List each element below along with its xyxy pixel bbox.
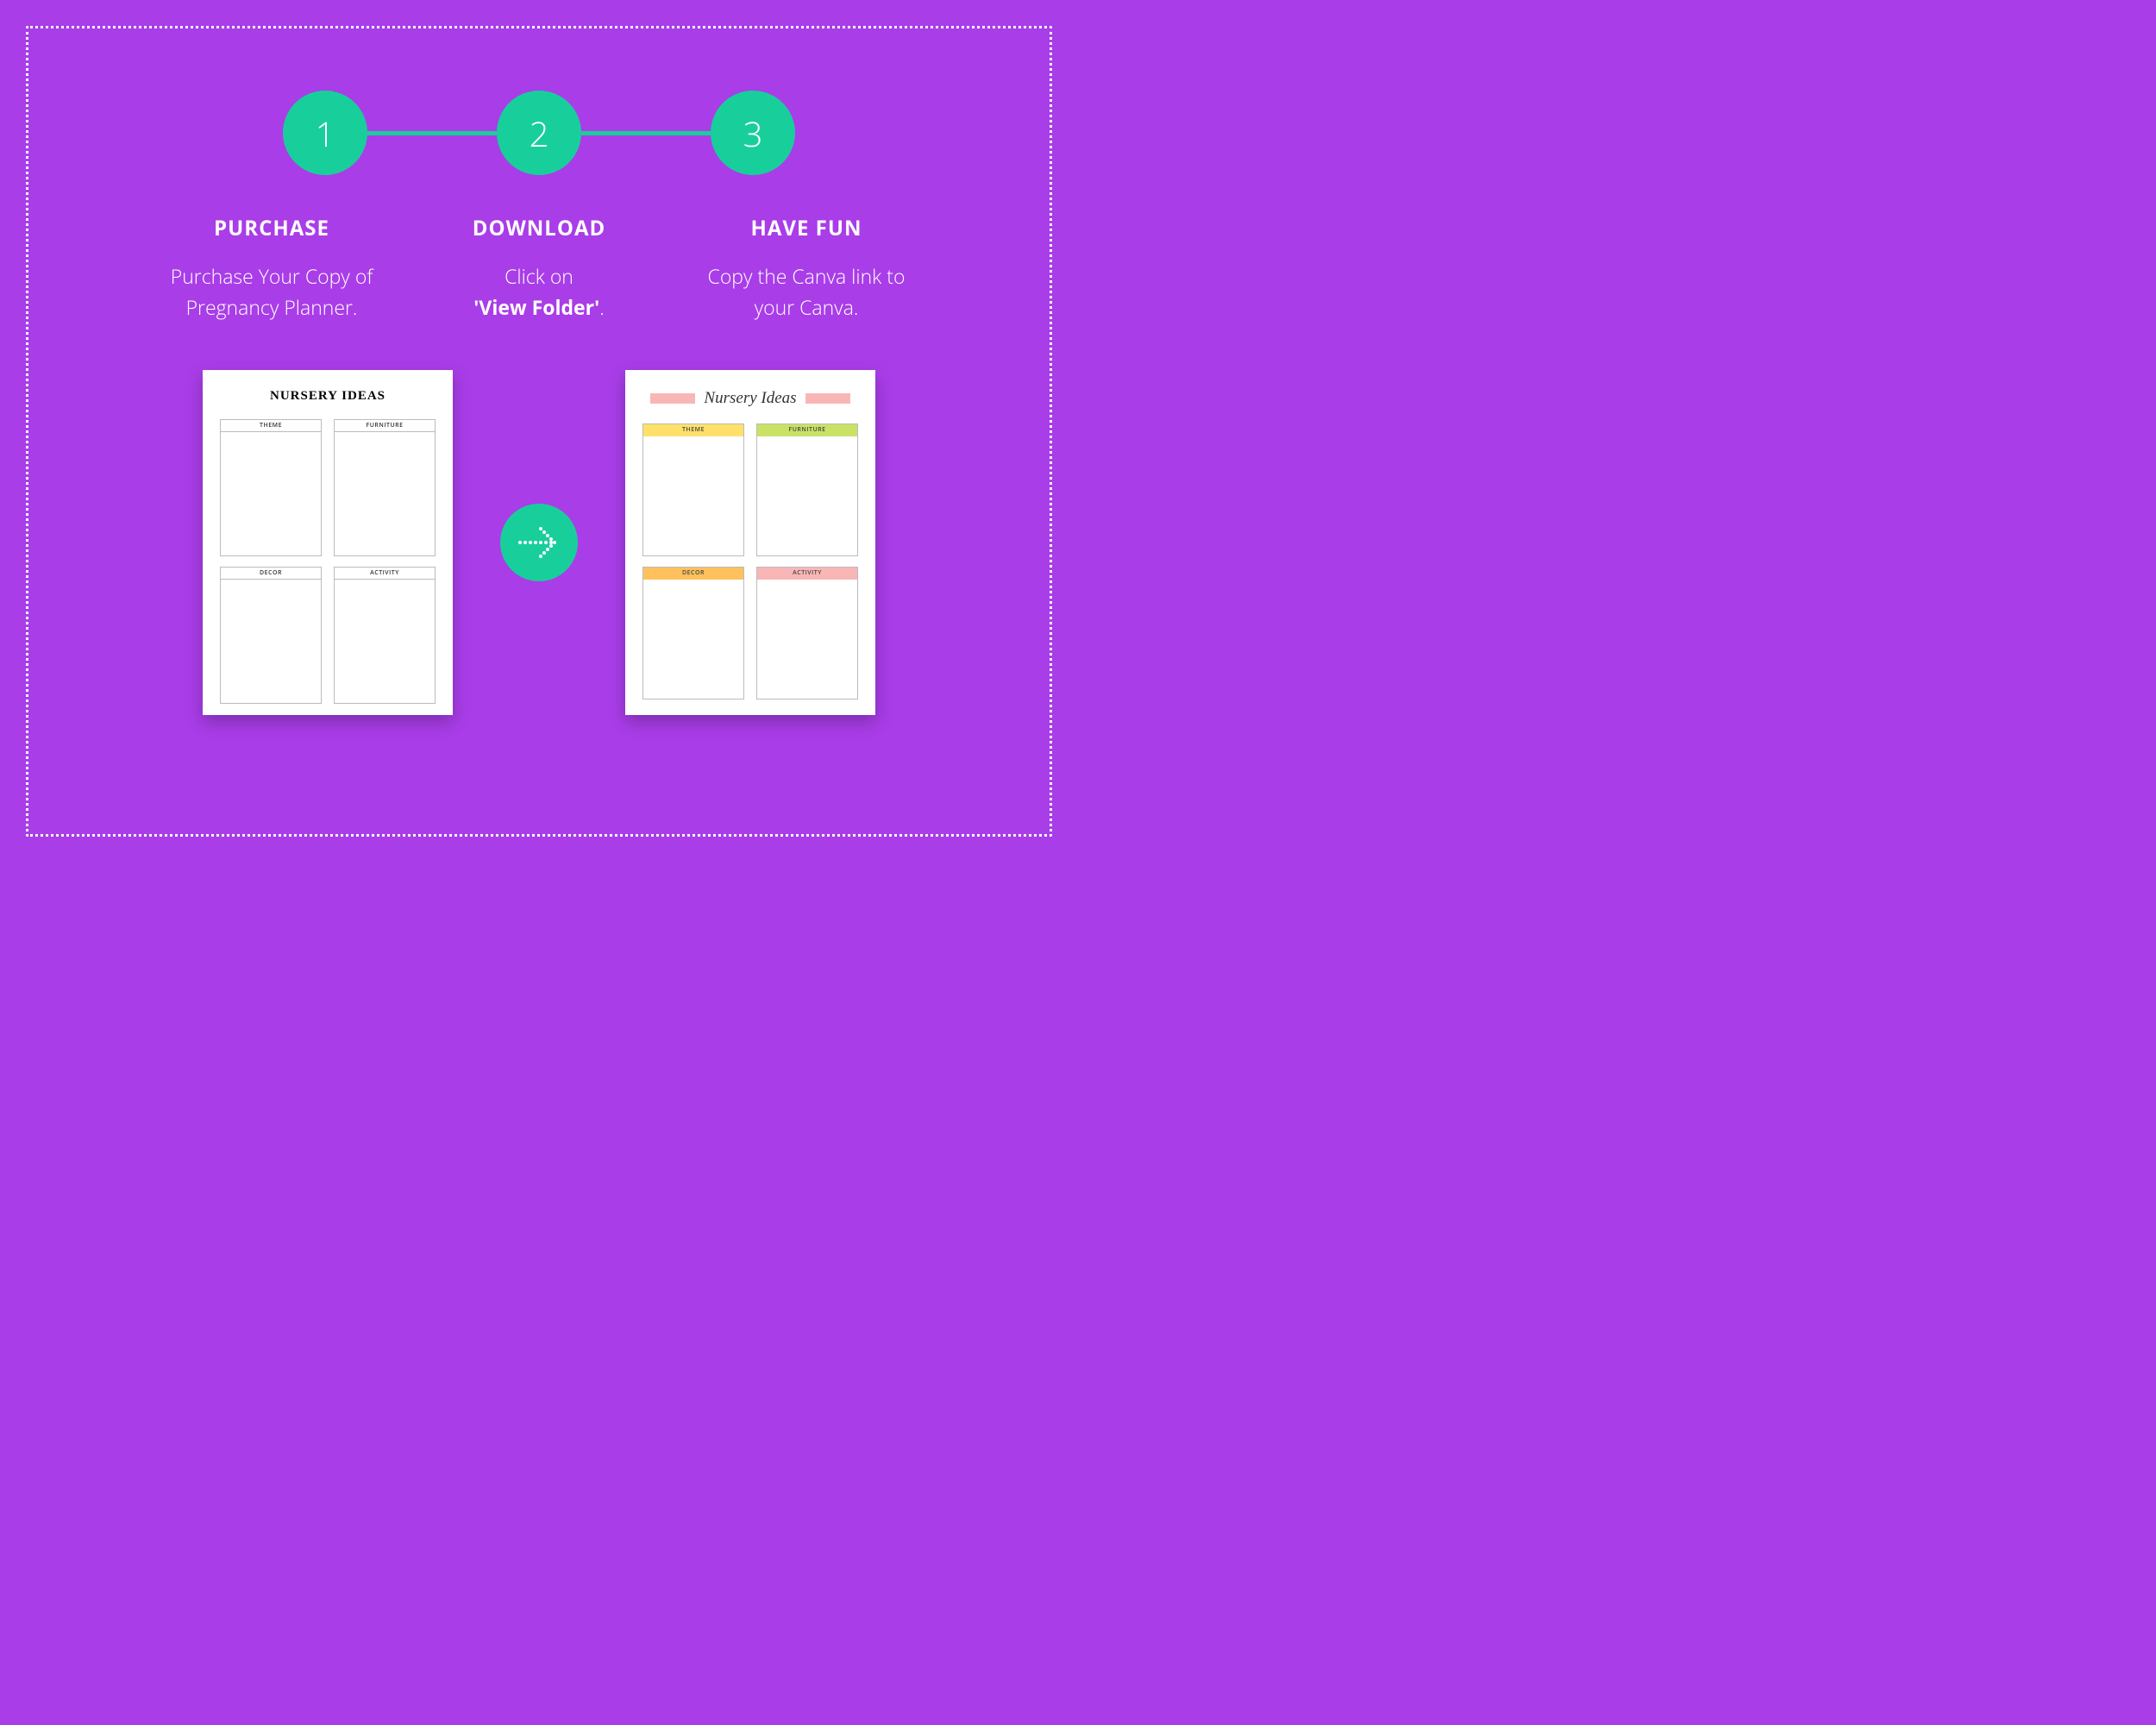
color-title: Nursery Ideas bbox=[704, 389, 796, 408]
stepper: 1 2 3 bbox=[52, 91, 1026, 175]
color-cell-decor: DECOR bbox=[642, 567, 744, 699]
step-2-circle: 2 bbox=[497, 91, 581, 175]
step-3-circle: 3 bbox=[711, 91, 795, 175]
step-2-desc-post: . bbox=[599, 293, 604, 321]
plain-head-furniture: FURNITURE bbox=[335, 420, 435, 432]
step-2-title: DOWNLOAD bbox=[427, 214, 651, 242]
plain-head-theme: THEME bbox=[221, 420, 321, 432]
step-1-desc: Purchase Your Copy of Pregnancy Planner. bbox=[160, 261, 384, 323]
step-1-title: PURCHASE bbox=[160, 214, 384, 242]
plain-cell-theme: THEME bbox=[220, 419, 322, 556]
plain-title: NURSERY IDEAS bbox=[220, 389, 436, 404]
step-2-column: DOWNLOAD Click on 'View Folder'. bbox=[427, 214, 651, 323]
plain-grid: THEME FURNITURE DECOR ACTIVITY bbox=[220, 419, 436, 704]
previews-row: NURSERY IDEAS THEME FURNITURE DECOR ACTI… bbox=[52, 370, 1026, 715]
arrow-right-icon bbox=[515, 518, 563, 567]
color-head-theme: THEME bbox=[643, 424, 743, 436]
plain-cell-activity: ACTIVITY bbox=[334, 567, 436, 704]
color-head-activity: ACTIVITY bbox=[757, 568, 857, 580]
title-bar-left bbox=[650, 393, 695, 404]
plain-cell-furniture: FURNITURE bbox=[334, 419, 436, 556]
connector-1 bbox=[367, 131, 497, 135]
plain-cell-decor: DECOR bbox=[220, 567, 322, 704]
color-cell-activity: ACTIVITY bbox=[756, 567, 858, 699]
color-grid: THEME FURNITURE DECOR ACTIVITY bbox=[642, 423, 858, 699]
plain-head-activity: ACTIVITY bbox=[335, 568, 435, 580]
arrow-circle bbox=[500, 504, 578, 581]
color-cell-furniture: FURNITURE bbox=[756, 423, 858, 556]
plain-head-decor: DECOR bbox=[221, 568, 321, 580]
content: 1 2 3 PURCHASE Purchase Your Copy of Pre… bbox=[0, 0, 1078, 862]
color-head-decor: DECOR bbox=[643, 568, 743, 580]
step-3-column: HAVE FUN Copy the Canva link to your Can… bbox=[694, 214, 918, 323]
step-3-title: HAVE FUN bbox=[694, 214, 918, 242]
step-3-desc: Copy the Canva link to your Canva. bbox=[694, 261, 918, 323]
step-2-desc: Click on 'View Folder'. bbox=[427, 261, 651, 323]
preview-page-plain: NURSERY IDEAS THEME FURNITURE DECOR ACTI… bbox=[203, 370, 453, 715]
step-1-circle: 1 bbox=[283, 91, 367, 175]
step-2-desc-bold: 'View Folder' bbox=[473, 293, 599, 321]
step-labels: PURCHASE Purchase Your Copy of Pregnancy… bbox=[52, 214, 1026, 323]
step-1-column: PURCHASE Purchase Your Copy of Pregnancy… bbox=[160, 214, 384, 323]
preview-page-color: Nursery Ideas THEME FURNITURE DECOR ACTI… bbox=[625, 370, 875, 715]
color-head-furniture: FURNITURE bbox=[757, 424, 857, 436]
connector-2 bbox=[581, 131, 711, 135]
step-2-desc-pre: Click on bbox=[505, 262, 573, 290]
color-cell-theme: THEME bbox=[642, 423, 744, 556]
color-title-row: Nursery Ideas bbox=[642, 389, 858, 408]
title-bar-right bbox=[805, 393, 850, 404]
